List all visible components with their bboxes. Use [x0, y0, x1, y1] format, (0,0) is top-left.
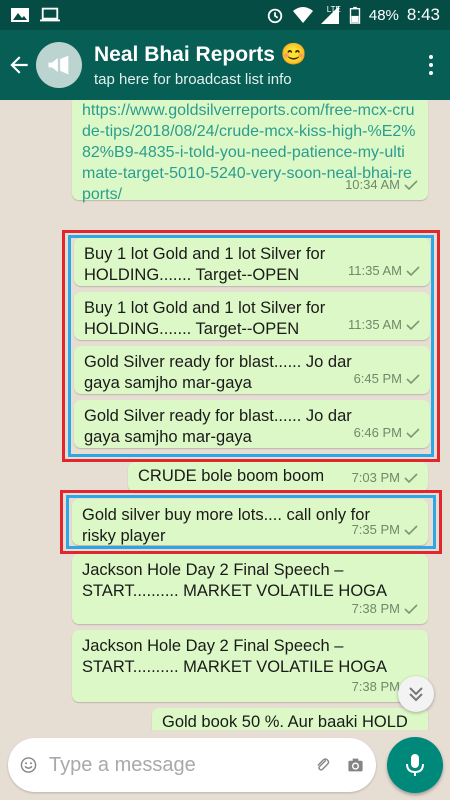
mic-button[interactable] [387, 737, 443, 793]
clock: 8:43 [406, 5, 440, 24]
message-bubble[interactable]: Gold book 50 %. Aur baaki HOLD [152, 708, 428, 730]
message-bubble[interactable]: Buy 1 lot Gold and 1 lot Silver for HOLD… [74, 238, 430, 286]
message-meta: 7:03 PM [352, 467, 418, 488]
avatar[interactable] [36, 42, 82, 88]
message-bubble[interactable]: https://www.goldsilverreports.com/free-m… [72, 100, 428, 203]
message-text: Jackson Hole Day 2 Final Speech – START.… [82, 561, 388, 600]
message-list[interactable]: https://www.goldsilverreports.com/free-m… [0, 100, 450, 730]
check-icon [404, 472, 418, 483]
message-time: 7:38 PM [351, 601, 400, 616]
message-bubble[interactable]: Gold silver buy more lots.... call only … [72, 499, 428, 545]
message-time: 6:45 PM [353, 371, 402, 386]
message-text: Gold Silver ready for blast...... Jo dar… [84, 353, 352, 392]
message-input-container[interactable] [8, 738, 376, 792]
message-bubble[interactable]: Gold Silver ready for blast...... Jo dar… [74, 346, 430, 394]
chat-subtitle[interactable]: tap here for broadcast list info [94, 71, 416, 88]
check-icon [406, 265, 420, 276]
composer [0, 730, 450, 800]
arrow-left-icon[interactable] [6, 52, 32, 78]
message-bubble[interactable]: Buy 1 lot Gold and 1 lot Silver for HOLD… [74, 292, 430, 340]
message-meta: 10:34 AM [345, 174, 418, 195]
camera-icon[interactable] [347, 752, 364, 778]
message-text: Buy 1 lot Gold and 1 lot Silver for HOLD… [84, 299, 326, 338]
message-time: 11:35 AM [348, 317, 402, 332]
message-meta: 11:35 AM [348, 260, 420, 281]
message-time: 7:38 PM [351, 679, 400, 694]
mic-icon [406, 754, 424, 776]
check-icon [404, 524, 418, 535]
alarm-icon [267, 8, 282, 24]
network-type: LTE [326, 4, 341, 14]
wifi-icon [292, 7, 313, 23]
laptop-notification-icon [40, 7, 60, 22]
battery-percent: 48% [368, 6, 399, 24]
check-icon [404, 603, 418, 614]
message-text: Gold book 50 %. Aur baaki HOLD [162, 713, 408, 730]
message-meta: 7:35 PM [352, 519, 418, 540]
message-text: Jackson Hole Day 2 Final Speech – START.… [82, 637, 388, 676]
megaphone-icon [48, 55, 69, 75]
message-bubble[interactable]: Jackson Hole Day 2 Final Speech – START.… [72, 554, 428, 624]
check-icon [406, 427, 420, 438]
battery-icon [349, 6, 361, 24]
message-bubble[interactable]: Jackson Hole Day 2 Final Speech – START.… [72, 630, 428, 702]
message-time: 10:34 AM [345, 177, 400, 192]
message-time: 7:03 PM [351, 470, 400, 485]
check-icon [406, 319, 420, 330]
message-text: Buy 1 lot Gold and 1 lot Silver for HOLD… [84, 245, 326, 284]
emoji-icon[interactable] [20, 752, 37, 778]
chat-title[interactable]: Neal Bhai Reports 😊 [94, 43, 416, 67]
message-time: 7:35 PM [351, 522, 400, 537]
message-bubble[interactable]: CRUDE bole boom boom 7:03 PM [128, 462, 428, 492]
message-input[interactable] [49, 753, 314, 777]
scroll-to-bottom-button[interactable] [398, 676, 434, 712]
status-bar: LTE 48% 8:43 [0, 0, 450, 30]
message-meta: 6:46 PM [354, 422, 420, 443]
paperclip-icon[interactable] [314, 752, 331, 778]
check-icon [406, 373, 420, 384]
more-vert-icon[interactable] [416, 45, 446, 85]
message-meta: 6:45 PM [354, 368, 420, 389]
message-meta: 7:38 PM [352, 598, 418, 619]
message-time: 6:46 PM [353, 425, 402, 440]
chat-header[interactable]: Neal Bhai Reports 😊 tap here for broadca… [0, 30, 450, 100]
message-bubble[interactable]: Gold Silver ready for blast...... Jo dar… [74, 400, 430, 448]
double-chevron-down-icon [409, 687, 423, 702]
message-meta: 11:35 AM [348, 314, 420, 335]
image-notification-icon [11, 8, 29, 22]
message-time: 11:35 AM [348, 263, 402, 278]
check-icon [404, 179, 418, 190]
message-text: Gold Silver ready for blast...... Jo dar… [84, 407, 352, 446]
